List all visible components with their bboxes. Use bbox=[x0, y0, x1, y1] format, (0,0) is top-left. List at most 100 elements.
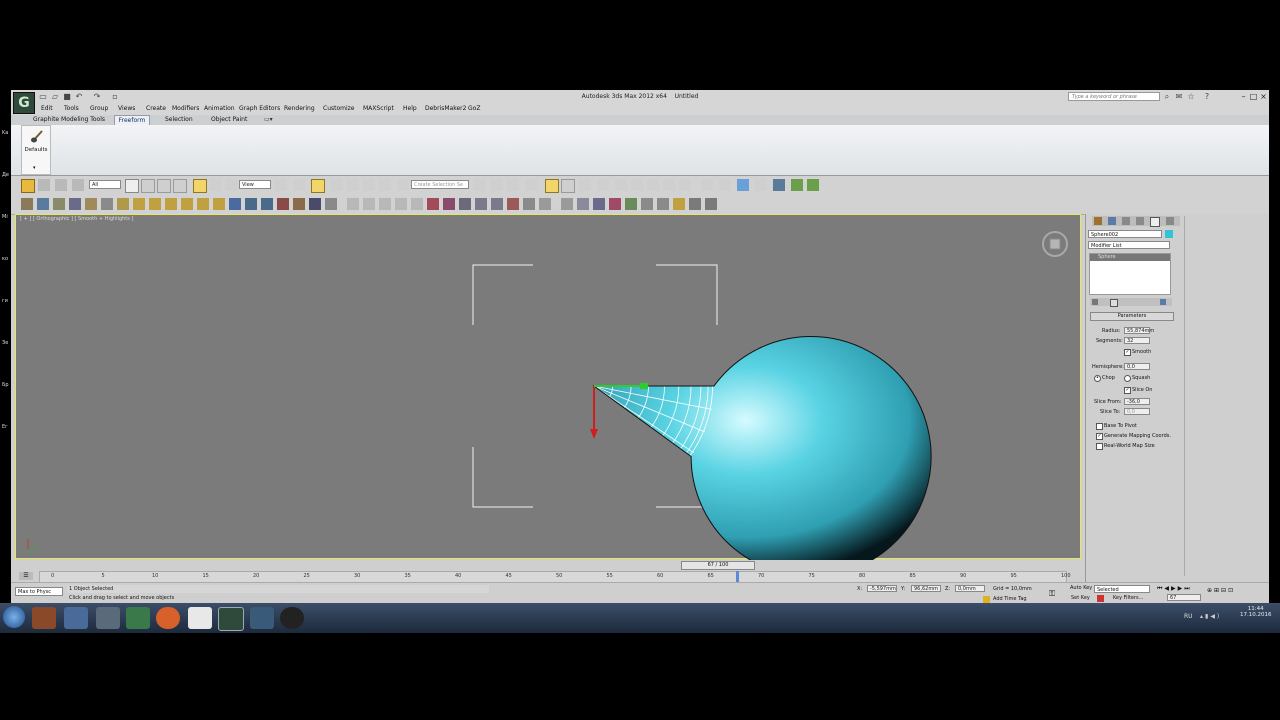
tb2-icon-3[interactable] bbox=[53, 198, 65, 210]
tray-icons[interactable]: ▴▮◀) bbox=[1200, 613, 1221, 620]
tab-object-paint[interactable]: Object Paint bbox=[211, 116, 247, 123]
maximize-button[interactable]: □ bbox=[1249, 92, 1258, 101]
taskbar-3dsmax-icon[interactable] bbox=[218, 607, 244, 631]
align-icon[interactable] bbox=[491, 179, 503, 191]
tb2-icon-34[interactable] bbox=[561, 198, 573, 210]
tb2-icon-25[interactable] bbox=[411, 198, 423, 210]
desktop-icon-label[interactable]: Де bbox=[2, 154, 9, 196]
gen-mapping-checkbox[interactable]: ✓ bbox=[1096, 433, 1103, 440]
key-mode-dropdown[interactable]: Selected bbox=[1094, 585, 1150, 593]
menu-views[interactable]: Views bbox=[118, 105, 135, 112]
create-tab-icon[interactable] bbox=[1094, 217, 1102, 225]
desktop-icon-label[interactable]: Бр bbox=[2, 364, 9, 406]
taskbar-tool-icon[interactable] bbox=[250, 607, 274, 629]
slice-on-checkbox[interactable]: ✓ bbox=[1124, 387, 1131, 394]
language-indicator[interactable]: RU bbox=[1184, 613, 1193, 620]
edit-named-selection-icon[interactable] bbox=[397, 179, 409, 191]
show-end-result-icon[interactable] bbox=[1110, 299, 1118, 307]
tb2-icon-31[interactable] bbox=[507, 198, 519, 210]
sphere-object[interactable] bbox=[16, 215, 1082, 560]
desktop-icon-label[interactable]: Mi bbox=[2, 196, 9, 238]
tb2-icon-6[interactable] bbox=[101, 198, 113, 210]
menu-customize[interactable]: Customize bbox=[323, 105, 355, 112]
save-icon[interactable]: ■ bbox=[63, 93, 71, 101]
desktop-icon-label[interactable]: ги bbox=[2, 280, 9, 322]
key-icon[interactable]: ⚿ bbox=[1049, 589, 1055, 599]
taskbar-firefox-icon[interactable] bbox=[156, 607, 180, 629]
new-file-icon[interactable]: ▭ bbox=[39, 93, 47, 101]
auto-key-button[interactable]: Auto Key bbox=[1070, 585, 1092, 591]
menu-animation[interactable]: Animation bbox=[204, 105, 235, 112]
undo-icon[interactable]: ↶ bbox=[75, 93, 83, 101]
taskbar-network-icon[interactable] bbox=[96, 607, 120, 629]
select-rotate-icon[interactable] bbox=[209, 179, 221, 191]
tb2-icon-28[interactable] bbox=[459, 198, 471, 210]
modify-tab-icon[interactable] bbox=[1108, 217, 1116, 225]
taskbar-app-icon[interactable] bbox=[126, 607, 150, 629]
go-to-start-icon[interactable] bbox=[773, 179, 785, 191]
minimize-button[interactable]: – bbox=[1239, 92, 1248, 101]
tool-c-icon[interactable] bbox=[737, 179, 749, 191]
configure-sets-icon[interactable] bbox=[1160, 299, 1166, 305]
menu-graph-editors[interactable]: Graph Editors bbox=[239, 105, 280, 112]
bind-space-warp-icon[interactable] bbox=[72, 179, 84, 191]
tb2-icon-30[interactable] bbox=[491, 198, 503, 210]
modifier-list-dropdown[interactable]: Modifier List bbox=[1088, 241, 1170, 249]
tab-graphite-modeling-tools[interactable]: Graphite Modeling Tools bbox=[33, 116, 105, 123]
mirror-icon[interactable] bbox=[473, 179, 485, 191]
tb2-icon-42[interactable] bbox=[689, 198, 701, 210]
pin-stack-icon[interactable] bbox=[1092, 299, 1098, 305]
menu-tools[interactable]: Tools bbox=[64, 105, 79, 112]
window-crossing-icon[interactable] bbox=[173, 179, 187, 193]
search-icon[interactable]: ⌕ bbox=[1163, 93, 1171, 101]
tb2-icon-40[interactable] bbox=[657, 198, 669, 210]
object-name-field[interactable]: Sphere002 bbox=[1088, 230, 1162, 238]
snaps-toggle-icon[interactable] bbox=[331, 179, 343, 191]
angle-snap-icon[interactable] bbox=[347, 179, 359, 191]
tb2-icon-17[interactable] bbox=[277, 198, 289, 210]
current-frame-marker[interactable] bbox=[736, 571, 739, 582]
taskbar-explorer-icon[interactable] bbox=[64, 607, 88, 629]
perspective-viewport[interactable]: [ + ] [ Orthographic ] [ Smooth + Highli… bbox=[15, 214, 1082, 560]
material-editor-icon[interactable] bbox=[579, 179, 591, 191]
go-to-end-icon[interactable] bbox=[807, 179, 819, 191]
tb2-icon-18[interactable] bbox=[293, 198, 305, 210]
percent-snap-icon[interactable] bbox=[363, 179, 375, 191]
menu-edit[interactable]: Edit bbox=[41, 105, 53, 112]
time-tag-icon[interactable] bbox=[983, 596, 990, 603]
communication-center-icon[interactable]: ✉ bbox=[1175, 93, 1183, 101]
z-coordinate-field[interactable]: 0,0mm bbox=[955, 585, 985, 592]
graphite-toggle-icon[interactable] bbox=[525, 179, 537, 191]
tb2-icon-4[interactable] bbox=[69, 198, 81, 210]
menu-modifiers[interactable]: Modifiers bbox=[172, 105, 199, 112]
menu-help[interactable]: Help bbox=[403, 105, 417, 112]
tb2-icon-13[interactable] bbox=[213, 198, 225, 210]
render-production-icon[interactable] bbox=[631, 179, 643, 191]
app-logo-button[interactable]: G bbox=[13, 92, 35, 114]
tb2-icon-22[interactable] bbox=[363, 198, 375, 210]
desktop-icon-label[interactable]: Ег bbox=[2, 406, 9, 448]
menu-create[interactable]: Create bbox=[146, 105, 166, 112]
curve-editor-icon[interactable] bbox=[545, 179, 559, 193]
smooth-checkbox[interactable]: ✓ bbox=[1124, 349, 1131, 356]
chop-radio[interactable]: • bbox=[1094, 375, 1101, 382]
tb2-icon-14[interactable] bbox=[229, 198, 241, 210]
tb2-icon-15[interactable] bbox=[245, 198, 257, 210]
open-file-icon[interactable]: ▱ bbox=[51, 93, 59, 101]
refresh-icon[interactable] bbox=[679, 179, 691, 191]
project-folder-icon[interactable]: ▫ bbox=[111, 93, 119, 101]
squash-radio[interactable] bbox=[1124, 375, 1131, 382]
tb2-icon-19[interactable] bbox=[309, 198, 321, 210]
select-move-icon[interactable] bbox=[193, 179, 207, 193]
segments-spinner[interactable]: 32 bbox=[1124, 337, 1150, 344]
pivot-center-icon[interactable] bbox=[275, 179, 287, 191]
taskbar-obs-icon[interactable] bbox=[280, 607, 304, 629]
desktop-icon-label[interactable]: Зе bbox=[2, 322, 9, 364]
tb2-icon-5[interactable] bbox=[85, 198, 97, 210]
tb2-icon-33[interactable] bbox=[539, 198, 551, 210]
tb2-icon-41[interactable] bbox=[673, 198, 685, 210]
undo-toolbar-icon[interactable] bbox=[21, 179, 35, 193]
play-icon[interactable] bbox=[791, 179, 803, 191]
tb2-icon-43[interactable] bbox=[705, 198, 717, 210]
tb2-icon-1[interactable] bbox=[21, 198, 33, 210]
